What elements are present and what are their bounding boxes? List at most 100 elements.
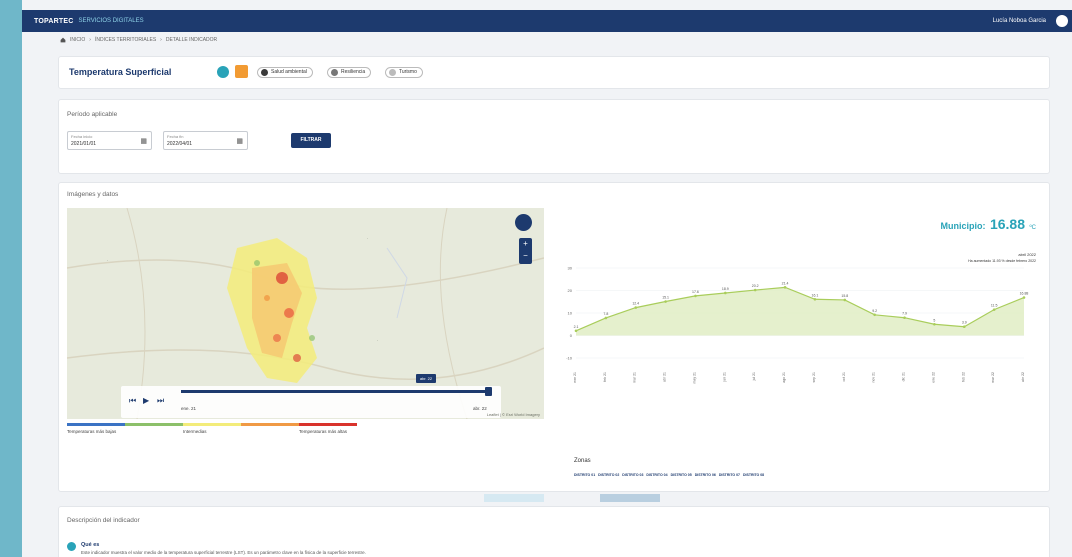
temperature-chart: Municipio: 16.88 ºC abril 2022 Ha aument… <box>554 208 1044 408</box>
filter-button[interactable]: FILTRAR <box>291 133 331 148</box>
data-label: 21.4 <box>782 281 789 285</box>
series-area <box>576 287 1024 336</box>
player-end-label: abr. 22 <box>473 406 487 411</box>
time-slider[interactable] <box>181 387 492 396</box>
app-logo[interactable]: TOPARTEC <box>34 18 73 25</box>
sustainability-icon <box>217 66 229 78</box>
data-label: 20.2 <box>752 284 759 288</box>
legend-label-low: Temperaturas más bajas <box>67 429 117 434</box>
home-icon[interactable] <box>60 37 66 43</box>
x-tick-label: nov 21 <box>872 372 876 383</box>
indicator-title-card: Temperatura Superficial Salud ambiental … <box>58 56 1050 89</box>
x-tick-label: mar 21 <box>633 372 637 383</box>
user-avatar-icon[interactable] <box>1056 15 1068 27</box>
zonas-title: Zonas <box>574 458 591 464</box>
data-point <box>574 329 578 333</box>
play-icon[interactable]: ▶ <box>143 396 149 405</box>
description-title: Descripción del indicador <box>67 517 140 524</box>
previous-icon[interactable]: ⏮ <box>129 396 136 406</box>
breadcrumb-home[interactable]: INICIO <box>70 37 85 43</box>
data-label: 7.8 <box>603 312 608 316</box>
tab-left[interactable] <box>484 494 544 502</box>
data-label: 2.1 <box>574 325 579 329</box>
legend-color-high <box>299 423 357 426</box>
zona-link[interactable]: DISTRITO 05 <box>671 473 692 477</box>
temperature-map[interactable]: · · · + − abr. 22 ⏮ ▶ ⏭ ene. 21 abr. 22 L… <box>67 208 544 419</box>
zona-link[interactable]: DISTRITO 03 <box>622 473 643 477</box>
time-player: ⏮ ▶ ⏭ ene. 21 abr. 22 <box>121 386 501 418</box>
data-label: 11.5 <box>991 304 998 308</box>
next-icon[interactable]: ⏭ <box>157 396 164 406</box>
time-slider-handle[interactable] <box>485 387 492 396</box>
end-date-field[interactable]: Fecha fin 2022/04/01 ▦ <box>163 131 248 150</box>
data-label: 7.9 <box>902 312 907 316</box>
x-tick-label: ene 22 <box>931 372 935 383</box>
start-date-field[interactable]: Fecha inicio 2021/01/01 ▦ <box>67 131 152 150</box>
zoom-control[interactable]: + − <box>519 238 532 264</box>
calendar-icon[interactable]: ▦ <box>140 137 147 145</box>
end-date-label: Fecha fin <box>167 134 184 139</box>
left-edge-band <box>0 0 22 557</box>
location-icon[interactable] <box>515 214 532 231</box>
map-place-label: · <box>107 258 109 263</box>
tag-icon <box>331 69 338 76</box>
x-tick-label: feb 21 <box>603 372 607 382</box>
images-data-card: Imágenes y datos · · · + − abr. 22 ⏮ ▶ ⏭… <box>58 182 1050 492</box>
ods-icon <box>235 65 248 78</box>
data-point <box>753 288 757 292</box>
map-place-label: · <box>377 338 379 343</box>
time-slider-fill <box>181 390 491 393</box>
x-tick-label: abr 21 <box>663 372 667 382</box>
zona-link[interactable]: DISTRITO 07 <box>719 473 740 477</box>
zona-link[interactable]: DISTRITO 06 <box>695 473 716 477</box>
tag-chip[interactable]: Salud ambiental <box>257 67 313 78</box>
x-tick-label: ago 21 <box>782 372 786 383</box>
zona-link[interactable]: DISTRITO 02 <box>598 473 619 477</box>
tag-label: Salud ambiental <box>271 69 307 75</box>
zona-link[interactable]: DISTRITO 01 <box>574 473 595 477</box>
legend-color-low <box>67 423 125 426</box>
tab-right[interactable] <box>600 494 660 502</box>
breadcrumb-level2: DETALLE INDICADOR <box>165 37 218 43</box>
start-date-label: Fecha inicio <box>71 134 93 139</box>
y-tick-label: 0 <box>570 333 573 338</box>
breadcrumb: INICIO › ÍNDICES TERRITORIALES › DETALLE… <box>60 37 217 43</box>
data-label: 3.9 <box>962 321 967 325</box>
data-point <box>903 316 906 320</box>
x-tick-label: may 21 <box>692 372 696 384</box>
user-name[interactable]: Lucía Noboa Garcia <box>993 18 1046 24</box>
x-tick-label: jun 21 <box>722 372 726 383</box>
description-card: Descripción del indicador Qué es Este in… <box>58 506 1050 557</box>
data-point <box>843 298 847 302</box>
x-tick-label: oct 21 <box>842 372 846 382</box>
x-tick-label: sep 21 <box>812 372 816 383</box>
zona-link[interactable]: DISTRITO 08 <box>743 473 764 477</box>
breadcrumb-level1[interactable]: ÍNDICES TERRITORIALES <box>95 37 156 43</box>
tag-chip[interactable]: Turismo <box>385 67 423 78</box>
zoom-in-icon[interactable]: + <box>523 239 528 248</box>
data-point <box>933 322 936 326</box>
data-label: 18.9 <box>722 287 729 291</box>
tag-label: Resiliencia <box>341 69 366 75</box>
data-point <box>604 316 608 320</box>
tag-chip[interactable]: Resiliencia <box>327 67 372 78</box>
calendar-icon[interactable]: ▦ <box>236 137 243 145</box>
zona-link[interactable]: DISTRITO 04 <box>646 473 667 477</box>
x-tick-label: ene 21 <box>573 372 577 383</box>
y-tick-label: 20 <box>568 288 573 293</box>
period-title: Período aplicable <box>67 111 118 118</box>
data-label: 17.6 <box>692 290 699 294</box>
legend-color-midhigh <box>241 423 299 426</box>
data-label: 9.2 <box>872 309 877 313</box>
zoom-out-icon[interactable]: − <box>523 251 528 260</box>
chart-svg: 30 20 10 0 -10 2.1 ene 21 7.8 feb 21 12.4 mar 21 15… <box>566 266 1028 384</box>
tag-icon <box>261 69 268 76</box>
legend-label-mid: Intermedias <box>183 429 207 434</box>
x-tick-label: jul 21 <box>752 372 756 381</box>
data-point <box>813 297 817 301</box>
end-date-value: 2022/04/01 <box>167 141 193 147</box>
map-credit[interactable]: Leaflet | © Esri World Imagery <box>487 412 540 417</box>
data-point <box>634 306 638 309</box>
data-label: 12.4 <box>632 302 639 306</box>
tag-icon <box>389 69 396 76</box>
